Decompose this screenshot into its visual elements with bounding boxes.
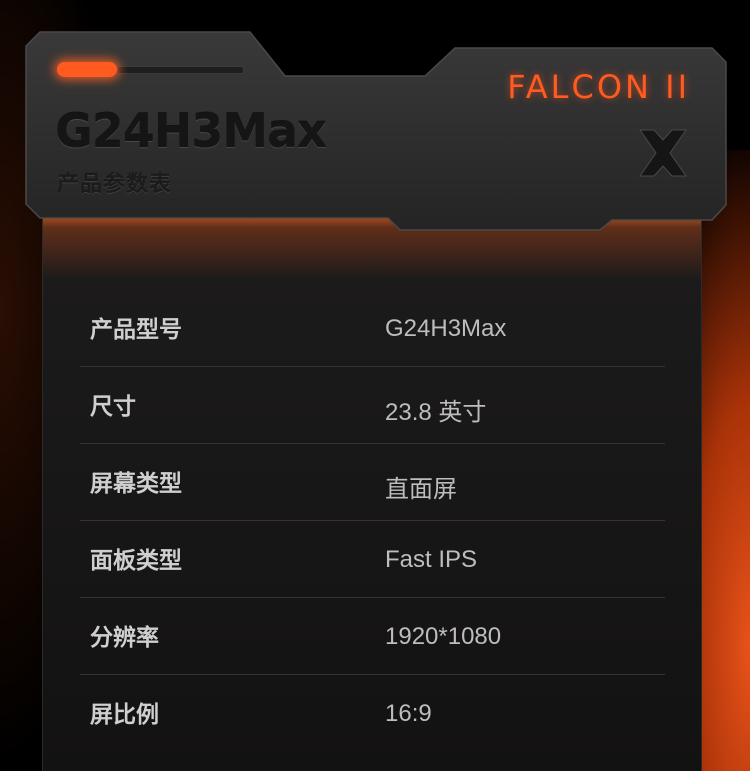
spec-value: 1920*1080	[385, 623, 502, 650]
spec-label: 面板类型	[90, 547, 182, 573]
spec-value: 23.8 英寸	[385, 399, 487, 426]
spec-table: 产品型号 G24H3Max 尺寸 23.8 英寸 屏幕类型 直面屏 面板类型 F…	[80, 290, 665, 751]
spec-label: 屏比例	[90, 701, 159, 727]
page-subtitle: 产品参数表	[57, 171, 173, 196]
table-row: 屏幕类型 直面屏	[80, 444, 665, 521]
brand-logo: FALCON II	[507, 68, 690, 106]
table-row: 尺寸 23.8 英寸	[80, 367, 665, 444]
spec-label: 屏幕类型	[90, 470, 182, 496]
spec-label: 产品型号	[90, 316, 182, 342]
close-x-icon	[639, 129, 687, 177]
table-row: 产品型号 G24H3Max	[80, 290, 665, 367]
spec-label: 分辨率	[90, 624, 159, 650]
spec-value: G24H3Max	[385, 315, 507, 342]
spec-value: 16:9	[385, 700, 432, 727]
table-row: 分辨率 1920*1080	[80, 598, 665, 675]
page-title: G24H3Max	[55, 104, 327, 158]
table-row: 面板类型 Fast IPS	[80, 521, 665, 598]
spec-value: 直面屏	[385, 476, 457, 503]
header-accent-bar	[57, 62, 117, 77]
spec-label: 尺寸	[90, 393, 136, 419]
table-row: 屏比例 16:9	[80, 675, 665, 751]
header-track	[117, 66, 244, 74]
spec-value: Fast IPS	[385, 546, 478, 573]
